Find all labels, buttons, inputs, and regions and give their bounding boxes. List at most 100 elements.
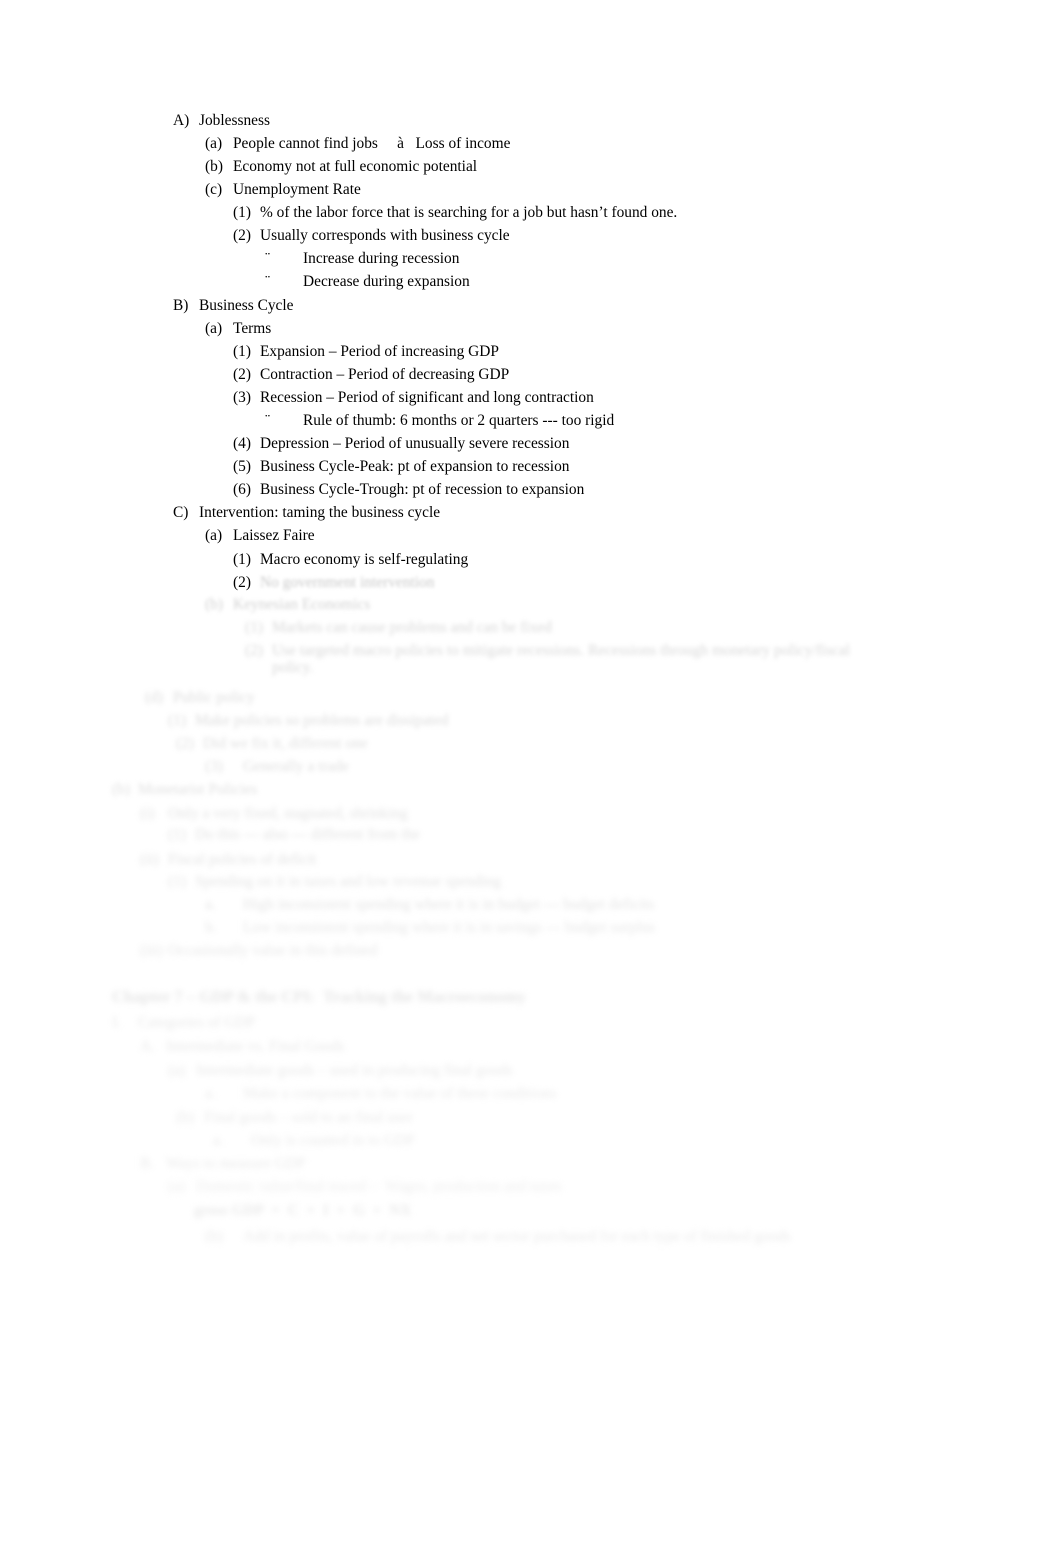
outline-bullet-increase-recession: ¨ Increase during recession (265, 250, 459, 267)
chapter-heading-text: Chapter 7 – GDP & the CPI: Tracking the … (112, 987, 526, 1006)
outline-marker: (a) (168, 1178, 186, 1195)
outline-marker: (a) (205, 135, 223, 152)
gdp-equation-text: gross GDP = C + I + G + NX (194, 1202, 412, 1219)
outline-text: High inconsistent spending where it is i… (243, 896, 655, 913)
outline-text: No government intervention (260, 574, 435, 591)
broken-bullet-icon: ¨ (265, 412, 271, 429)
outline-item-C-a-1: (1) Macro economy is self-regulating (233, 551, 468, 568)
outline-text: Usually corresponds with business cycle (260, 227, 510, 244)
outline-marker: (2) (245, 642, 263, 659)
outline-text: Did we fix it, different one (203, 735, 368, 752)
outline-item-E-ii-1: (1) Spending on it in taxes and low reve… (168, 873, 501, 890)
outline-marker: (b) (176, 1109, 194, 1126)
outline-marker: (1) (233, 343, 251, 360)
outline-marker: (1) (168, 712, 186, 729)
outline-item-D: (d) Public policy (145, 689, 255, 706)
outline-text: Categories of GDP (138, 1014, 256, 1031)
outline-text: Business Cycle-Trough: pt of recession t… (260, 481, 585, 498)
outline-marker: (ii) (140, 851, 159, 868)
outline-marker: (6) (233, 481, 251, 498)
outline-marker: (2) (233, 366, 251, 383)
outline-bullet-decrease-expansion: ¨ Decrease during expansion (265, 273, 470, 290)
outline-marker: (1) (233, 204, 251, 221)
outline-text: Terms (233, 320, 272, 337)
outline-item-E-iii: (iii) Occasionally value in this defined (140, 942, 377, 959)
outline-marker: (5) (233, 458, 251, 475)
chapter-outline-item-B: B. Ways to measure GDP (140, 1155, 305, 1172)
outline-item-A-b: (b) Economy not at full economic potenti… (205, 158, 477, 175)
outline-item-C-a-2: (2) No government intervention (233, 574, 434, 591)
outline-marker: (1) (168, 826, 186, 843)
outline-item-A-c-2: (2) Usually corresponds with business cy… (233, 227, 510, 244)
outline-text: Add in profits, value of payrolls and ne… (243, 1228, 791, 1245)
outline-text: Ways to measure GDP (166, 1155, 306, 1172)
outline-item-B-a-4: (4) Depression – Period of unusually sev… (233, 435, 569, 452)
outline-marker: (b) (112, 781, 130, 798)
chapter-outline-item-A: A. Intermediate vs. Final Goods (140, 1038, 345, 1055)
outline-text: Intervention: taming the business cycle (199, 504, 441, 521)
outline-text: Unemployment Rate (233, 181, 361, 198)
outline-text: % of the labor force that is searching f… (260, 204, 678, 221)
outline-text: Domestic value/final traced – Wages, pro… (196, 1178, 562, 1195)
outline-text: Economy not at full economic potential (233, 158, 478, 175)
outline-text: Business Cycle-Peak: pt of expansion to … (260, 458, 570, 475)
outline-text: Intermediate vs. Final Goods (166, 1038, 345, 1055)
outline-item-A-c: (c) Unemployment Rate (205, 181, 361, 198)
outline-text: Only a very fixed, stagnated, shrinking (168, 805, 408, 822)
outline-marker: (b) (205, 596, 223, 613)
outline-text: Depression – Period of unusually severe … (260, 435, 570, 452)
outline-item-D-1: (1) Make policies so problems are dissip… (168, 712, 448, 729)
outline-item-C-b: (b) Keynesian Economics (205, 596, 370, 613)
outline-text: Laissez Faire (233, 527, 315, 544)
outline-marker: B. (140, 1155, 155, 1172)
outline-marker: (3) (233, 389, 251, 406)
outline-item-C-b-2: (2) Use targeted macro policies to mitig… (245, 642, 865, 676)
outline-marker: (a) (205, 527, 223, 544)
outline-item-B: B) Business Cycle (173, 297, 293, 314)
chapter-outline-item-B-b: (b) Add in profits, value of payrolls an… (205, 1228, 855, 1245)
outline-item-C: C) Intervention: taming the business cyc… (173, 504, 440, 521)
outline-marker: I. (112, 1014, 121, 1031)
document-page: A) Joblessness (a) People cannot find jo… (0, 0, 1062, 1561)
outline-marker: (b) (205, 1228, 223, 1245)
outline-marker: (c) (205, 181, 223, 198)
outline-item-B-a-3: (3) Recession – Period of significant an… (233, 389, 594, 406)
outline-marker: B) (173, 297, 189, 314)
outline-item-B-a: (a) Terms (205, 320, 271, 337)
outline-marker: A. (140, 1038, 155, 1055)
outline-text: Make policies so problems are dissipated (195, 712, 449, 729)
outline-text: Only is counted in to GDP (251, 1132, 415, 1149)
outline-text: Use targeted macro policies to mitigate … (272, 642, 850, 676)
outline-item-D-2: (2) Did we fix it, different one (176, 735, 368, 752)
broken-bullet-icon: ¨ (265, 250, 271, 267)
outline-item-B-a-5: (5) Business Cycle-Peak: pt of expansion… (233, 458, 569, 475)
outline-marker: (a) (168, 1062, 186, 1079)
outline-text: Markets can cause problems and can be fi… (272, 619, 552, 636)
outline-text: Final goods – sold to an final user (204, 1109, 414, 1126)
outline-text: Occasionally value in this defined (168, 942, 378, 959)
outline-marker: (1) (168, 873, 186, 890)
outline-marker: (3) (205, 758, 223, 775)
outline-text: Rule of thumb: 6 months or 2 quarters --… (303, 412, 615, 429)
outline-marker: a. (205, 1085, 216, 1102)
outline-marker: a. (205, 896, 216, 913)
outline-text: Recession – Period of significant and lo… (260, 389, 594, 406)
outline-item-E-ii-1-a: a. High inconsistent spending where it i… (205, 896, 654, 913)
outline-item-E-i: (i) Only a very fixed, stagnated, shrink… (140, 805, 408, 822)
outline-marker: a. (213, 1132, 224, 1149)
outline-item-A-c-1: (1) % of the labor force that is searchi… (233, 204, 677, 221)
outline-marker: (1) (233, 551, 251, 568)
outline-marker: (i) (140, 805, 155, 822)
outline-item-B-a-2: (2) Contraction – Period of decreasing G… (233, 366, 509, 383)
outline-text: Generally a trade (243, 758, 349, 775)
chapter-outline-item-A-b-a: a. Only is counted in to GDP (213, 1132, 415, 1149)
outline-item-E: (b) Monetarist Policies (112, 781, 257, 798)
chapter-outline-item-A-a-a: a. Make a component to the value of thes… (205, 1085, 557, 1102)
outline-marker: (a) (205, 320, 223, 337)
outline-bullet-rule-of-thumb: ¨ Rule of thumb: 6 months or 2 quarters … (265, 412, 614, 429)
outline-text: Make a component to the value of these c… (243, 1085, 557, 1102)
chapter-outline-item-A-a: (a) Intermediate goods – used in produci… (168, 1062, 513, 1079)
outline-text: Decrease during expansion (303, 273, 470, 290)
outline-text: Low inconsistent spending where it is in… (243, 919, 656, 936)
outline-text: Do this --- also --- different from the (195, 826, 420, 843)
